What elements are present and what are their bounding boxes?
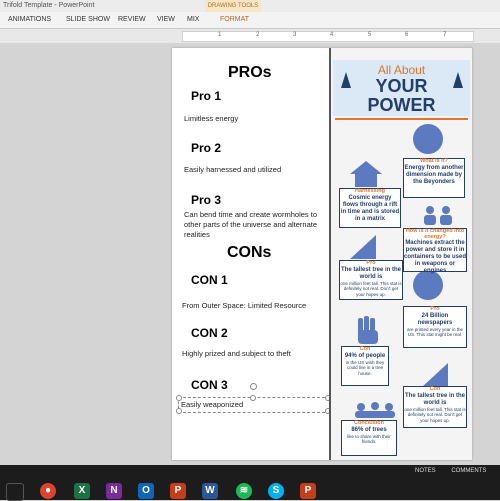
card-text: one million feet tall. This stat is defi… xyxy=(340,280,402,297)
excel-icon[interactable]: X xyxy=(74,483,90,499)
ruler-label: 2 xyxy=(256,32,260,38)
word-icon[interactable]: W xyxy=(202,483,218,499)
rotate-handle[interactable] xyxy=(250,383,257,390)
card-stat: 24 Billion newspapers xyxy=(417,312,453,326)
power-banner[interactable]: All About YOUR POWER xyxy=(333,60,470,116)
pros-title[interactable]: PROs xyxy=(228,64,272,82)
pro-heading[interactable]: Pro 3 xyxy=(191,193,221,207)
ruler-label: 6 xyxy=(405,32,409,38)
tab-animations[interactable]: ANIMATIONS xyxy=(8,16,51,23)
ruler-label: 4 xyxy=(330,32,334,38)
chrome-icon[interactable]: ● xyxy=(40,483,56,499)
globe-icon xyxy=(413,124,443,154)
powerpoint-icon[interactable]: P xyxy=(170,483,186,499)
ruler-label: 5 xyxy=(368,32,372,38)
con-heading[interactable]: CON 3 xyxy=(191,378,228,392)
tab-mix[interactable]: MIX xyxy=(187,16,199,23)
banner-line-3: POWER xyxy=(367,95,436,115)
info-card-how[interactable]: How is it changed into energy? Machines … xyxy=(403,228,467,274)
tab-format[interactable]: FORMAT xyxy=(220,16,249,23)
ruler-label: 7 xyxy=(443,32,447,38)
card-text: in the US wish they could live in a tree… xyxy=(345,359,385,376)
card-text: Machines extract the power and store it … xyxy=(404,240,467,274)
card-stat: The tallest tree in the world is xyxy=(340,266,401,280)
ribbon-tab-bar: ANIMATIONS SLIDE SHOW REVIEW VIEW MIX FO… xyxy=(0,12,500,29)
banner-line-1: All About xyxy=(377,63,426,77)
pro-heading[interactable]: Pro 2 xyxy=(191,141,221,155)
cons-title[interactable]: CONs xyxy=(227,244,271,262)
card-text: Cosmic energy flows through a rift in ti… xyxy=(340,194,400,222)
infographic-panel: All About YOUR POWER What is it? Energy … xyxy=(331,48,472,460)
info-card-pro-2[interactable]: Pro 24 Billion newspapers are printed ev… xyxy=(403,306,467,348)
ruler-label: 1 xyxy=(218,32,222,38)
hand-icon xyxy=(358,316,378,344)
banner-line-2: YOUR xyxy=(375,76,428,96)
window-title: Trifold Template - PowerPoint xyxy=(3,2,95,9)
con-heading[interactable]: CON 2 xyxy=(191,326,228,340)
house-icon xyxy=(350,161,382,187)
info-card-what[interactable]: What is it? Energy from another dimensio… xyxy=(403,158,465,198)
info-card-conclusion[interactable]: Conclusion 86% of trees like to share wi… xyxy=(341,420,397,456)
card-stat: 86% of trees xyxy=(351,426,387,433)
con-heading[interactable]: CON 1 xyxy=(191,273,228,287)
banner-underline xyxy=(335,118,468,120)
pros-cons-panel: PROs Pro 1 Limitless energy Pro 2 Easily… xyxy=(172,48,331,460)
notes-button[interactable]: NOTES xyxy=(415,468,436,474)
pro-text[interactable]: Limitless energy xyxy=(184,114,324,124)
tab-review[interactable]: REVIEW xyxy=(118,16,146,23)
pro-text[interactable]: Can bend time and create wormholes to ot… xyxy=(184,210,326,240)
spotify-icon[interactable]: ≋ xyxy=(236,483,252,499)
comments-button[interactable]: COMMENTS xyxy=(451,468,486,474)
status-tray: NOTES COMMENTS xyxy=(415,468,486,474)
outlook-icon[interactable]: O xyxy=(138,483,154,499)
info-card-pro-1[interactable]: Pro The tallest tree in the world is one… xyxy=(339,260,403,300)
con-text[interactable]: From Outer Space: Limited Resource xyxy=(182,301,328,311)
skype-icon[interactable]: S xyxy=(268,483,284,499)
card-text: are printed every year in the US. This s… xyxy=(406,326,464,338)
people-icon xyxy=(424,206,452,225)
info-card-harnessing[interactable]: Harnessing Cosmic energy flows through a… xyxy=(339,188,401,228)
con-text[interactable]: Highly prized and subject to theft xyxy=(182,349,328,359)
card-title: How is it changed into energy? xyxy=(405,228,465,240)
ruler-label: 3 xyxy=(293,32,297,38)
onenote-icon[interactable]: N xyxy=(106,483,122,499)
ruler-icon xyxy=(422,363,448,387)
pro-text[interactable]: Easily harnessed and utilized xyxy=(184,165,324,175)
con-text[interactable]: Easily weaponized xyxy=(181,400,321,410)
card-text: one million feet tall. This stat is defi… xyxy=(404,406,466,423)
pro-heading[interactable]: Pro 1 xyxy=(191,89,221,103)
info-card-con-1[interactable]: Con 94% of people in the US wish they co… xyxy=(341,346,389,386)
group-icon xyxy=(355,402,395,418)
task-view-icon[interactable] xyxy=(6,483,24,501)
card-stat: The tallest tree in the world is xyxy=(404,392,465,406)
tab-view[interactable]: VIEW xyxy=(157,16,175,23)
slide-canvas[interactable]: PROs Pro 1 Limitless energy Pro 2 Easily… xyxy=(172,48,472,460)
card-text: like to share with their friends. xyxy=(347,433,391,445)
tab-slide-show[interactable]: SLIDE SHOW xyxy=(66,16,110,23)
info-card-con-2[interactable]: Con The tallest tree in the world is one… xyxy=(403,386,467,428)
card-text: Energy from another dimension made by th… xyxy=(404,164,464,185)
horizontal-ruler[interactable]: 1 2 3 4 5 6 7 xyxy=(182,31,474,42)
ruler-icon xyxy=(350,235,376,259)
powerpoint-active-icon[interactable]: P xyxy=(300,483,316,499)
card-stat: 94% of people xyxy=(344,352,386,359)
